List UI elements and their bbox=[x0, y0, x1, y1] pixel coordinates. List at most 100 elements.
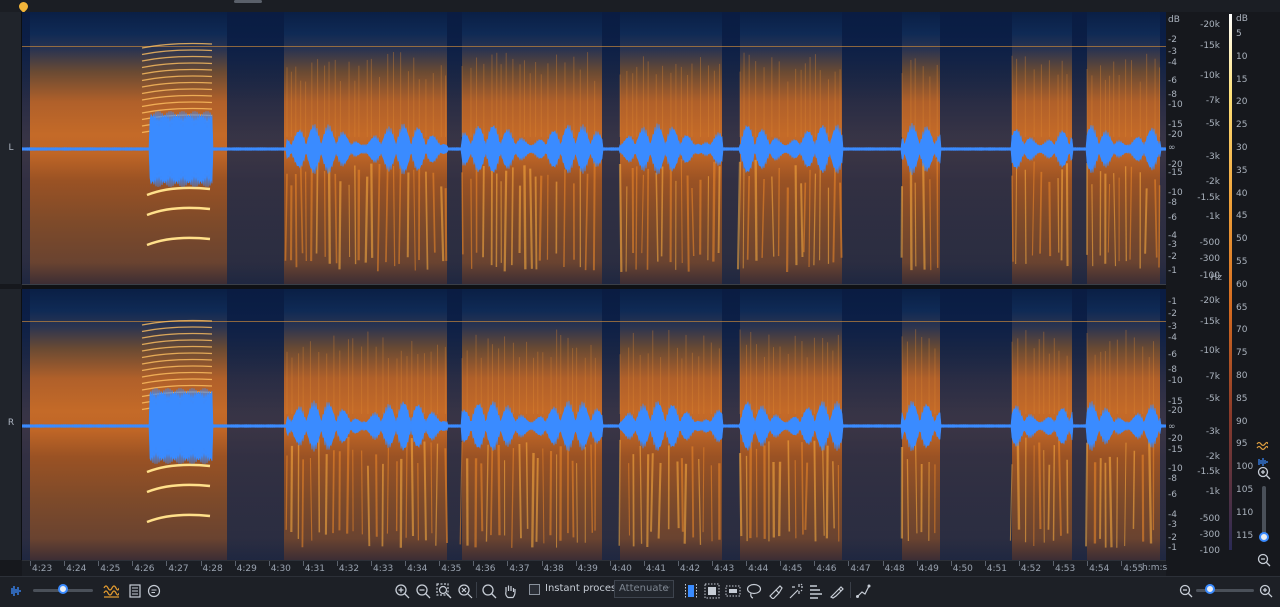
db-scale-label: -2 bbox=[1168, 309, 1177, 319]
time-tick bbox=[575, 561, 577, 566]
horizontal-zoom-out-icon[interactable] bbox=[1176, 581, 1196, 601]
time-label: 4:52 bbox=[1020, 564, 1042, 574]
time-tick bbox=[609, 561, 611, 566]
time-tick bbox=[882, 561, 884, 566]
meter-scale-label: 85 bbox=[1236, 393, 1248, 404]
db-scale-label: -8 bbox=[1168, 474, 1177, 484]
time-label: 4:32 bbox=[338, 564, 360, 574]
amplitude-view-icon[interactable] bbox=[6, 581, 26, 601]
vertical-zoom-slider-knob[interactable] bbox=[1259, 532, 1269, 542]
comments-icon[interactable] bbox=[144, 581, 164, 601]
lasso-tool-icon[interactable] bbox=[744, 581, 764, 601]
db-scale-label: -3 bbox=[1168, 47, 1177, 57]
hz-scale-label: -10k bbox=[1200, 346, 1220, 356]
zoom-out-icon[interactable] bbox=[413, 581, 433, 601]
gain-brush-tool-icon[interactable] bbox=[827, 581, 847, 601]
db-scale-label: -1 bbox=[1168, 297, 1177, 307]
instant-process-checkbox[interactable] bbox=[529, 584, 540, 595]
hz-scale-label: -5k bbox=[1205, 394, 1220, 404]
meter-scale-label: 100 bbox=[1236, 462, 1254, 473]
time-tick bbox=[507, 561, 509, 566]
db-scale-label: -3 bbox=[1168, 322, 1177, 332]
db-scale-label: -6 bbox=[1168, 490, 1177, 500]
right-channel-strip[interactable]: R bbox=[0, 289, 22, 560]
time-tick bbox=[336, 561, 338, 566]
instant-process-mode-value: Attenuate bbox=[619, 583, 669, 594]
hz-scale-label: -2k bbox=[1205, 452, 1220, 462]
hz-scale-label: -3k bbox=[1205, 152, 1220, 162]
time-label: 4:55 bbox=[1123, 564, 1144, 574]
hz-scale-label: -5k bbox=[1205, 119, 1220, 129]
db-scale-label: -15 bbox=[1168, 445, 1183, 455]
harmonic-selection-tool-icon[interactable] bbox=[806, 581, 826, 601]
vertical-zoom-slider[interactable] bbox=[1262, 486, 1266, 536]
hz-scale-label: -15k bbox=[1200, 41, 1220, 51]
zoom-to-selection-icon[interactable] bbox=[434, 581, 454, 601]
right-channel-scale[interactable]: -1 -2 -3 -4 -6 -8 -10 -15 -20 ∞ -20 -15 -10 -8 -6 -4 -3-… bbox=[1166, 289, 1224, 560]
frequency-selection-tool-icon[interactable] bbox=[702, 581, 722, 601]
vertical-zoom-out-icon[interactable] bbox=[1257, 552, 1271, 571]
time-label: 4:45 bbox=[782, 564, 803, 574]
time-label: 4:42 bbox=[679, 564, 701, 574]
envelope-tool-icon[interactable] bbox=[853, 581, 873, 601]
level-meter-bar bbox=[1229, 14, 1232, 550]
right-channel-spectrogram[interactable] bbox=[22, 289, 1166, 560]
time-tick bbox=[473, 561, 475, 566]
time-tick bbox=[98, 561, 100, 566]
time-selection-tool-icon[interactable] bbox=[681, 581, 701, 601]
instant-process-label: Instant process bbox=[545, 583, 622, 594]
time-tick bbox=[439, 561, 441, 566]
horizontal-zoom-slider-knob[interactable] bbox=[1205, 584, 1215, 594]
left-channel-scale[interactable]: dB Hz -2 -3 -4 -6 -8 -10 -15 -20 ∞ -20 -15 -10 -8 -6-… bbox=[1166, 12, 1224, 284]
instant-process-mode-dropdown[interactable]: Attenuate ⌵ bbox=[614, 580, 674, 598]
time-label: 4:33 bbox=[373, 564, 394, 574]
hz-scale-label: -1k bbox=[1205, 212, 1220, 222]
zoom-in-icon[interactable] bbox=[392, 581, 412, 601]
right-channel-waveform bbox=[22, 319, 1166, 548]
left-channel-spectrogram[interactable] bbox=[22, 12, 1166, 284]
zoom-tool-icon[interactable] bbox=[479, 581, 499, 601]
meter-scale-label: 50 bbox=[1236, 234, 1248, 245]
time-frequency-selection-tool-icon[interactable] bbox=[723, 581, 743, 601]
time-label: 4:25 bbox=[100, 564, 121, 574]
hand-tool-icon[interactable] bbox=[500, 581, 520, 601]
file-info-icon[interactable] bbox=[125, 581, 145, 601]
hz-scale-label: -100 bbox=[1199, 271, 1220, 281]
time-label: 4:49 bbox=[918, 564, 939, 574]
time-tick bbox=[712, 561, 713, 566]
zoom-all-icon[interactable] bbox=[455, 581, 475, 601]
spectrogram-view-toggle-icon[interactable] bbox=[101, 581, 121, 601]
horizontal-zoom-in-icon[interactable] bbox=[1256, 581, 1276, 601]
magic-wand-tool-icon[interactable] bbox=[786, 581, 806, 601]
overview-scroll-thumb[interactable] bbox=[234, 0, 262, 3]
meter-scale-label: 10 bbox=[1236, 51, 1248, 62]
time-tick bbox=[916, 561, 918, 566]
meter-scale-label: 60 bbox=[1236, 279, 1248, 290]
time-tick bbox=[268, 561, 270, 566]
level-meter: dB 5 10 15 20 25 30 35 40 45 50 55 60 65 70 75 80 85 90 95… bbox=[1224, 12, 1280, 560]
waveform-shape bbox=[22, 387, 1166, 465]
time-label: 4:38 bbox=[543, 564, 564, 574]
hz-scale-label: -15k bbox=[1200, 317, 1220, 327]
brush-tool-icon[interactable] bbox=[765, 581, 785, 601]
time-tick bbox=[166, 561, 168, 566]
top-overview-bar[interactable] bbox=[0, 0, 1280, 12]
time-label: 4:31 bbox=[304, 564, 326, 574]
db-scale-label: -8 bbox=[1168, 198, 1177, 208]
hz-scale-label: -3k bbox=[1205, 427, 1220, 437]
left-channel-strip[interactable]: L bbox=[0, 12, 22, 284]
vertical-zoom-in-icon[interactable] bbox=[1257, 465, 1271, 484]
spectrogram-blend-knob[interactable] bbox=[58, 584, 68, 594]
db-scale-label: -4 bbox=[1168, 333, 1177, 343]
time-tick bbox=[848, 561, 850, 566]
right-channel-label: R bbox=[7, 418, 15, 428]
time-tick bbox=[1087, 561, 1089, 566]
db-scale-label: -20 bbox=[1168, 130, 1183, 140]
hz-scale-label: -7k bbox=[1205, 96, 1220, 106]
db-scale-label: -20 bbox=[1168, 434, 1183, 444]
time-tick bbox=[1018, 561, 1020, 566]
time-tick bbox=[780, 561, 782, 566]
time-label: 4:30 bbox=[270, 564, 291, 574]
time-ruler[interactable]: 4:23 4:24 4:25 4:26 4:27 4:28 4:29 4:30 4:31 4:32… bbox=[22, 560, 1166, 576]
hz-scale-label: -2k bbox=[1205, 177, 1220, 187]
